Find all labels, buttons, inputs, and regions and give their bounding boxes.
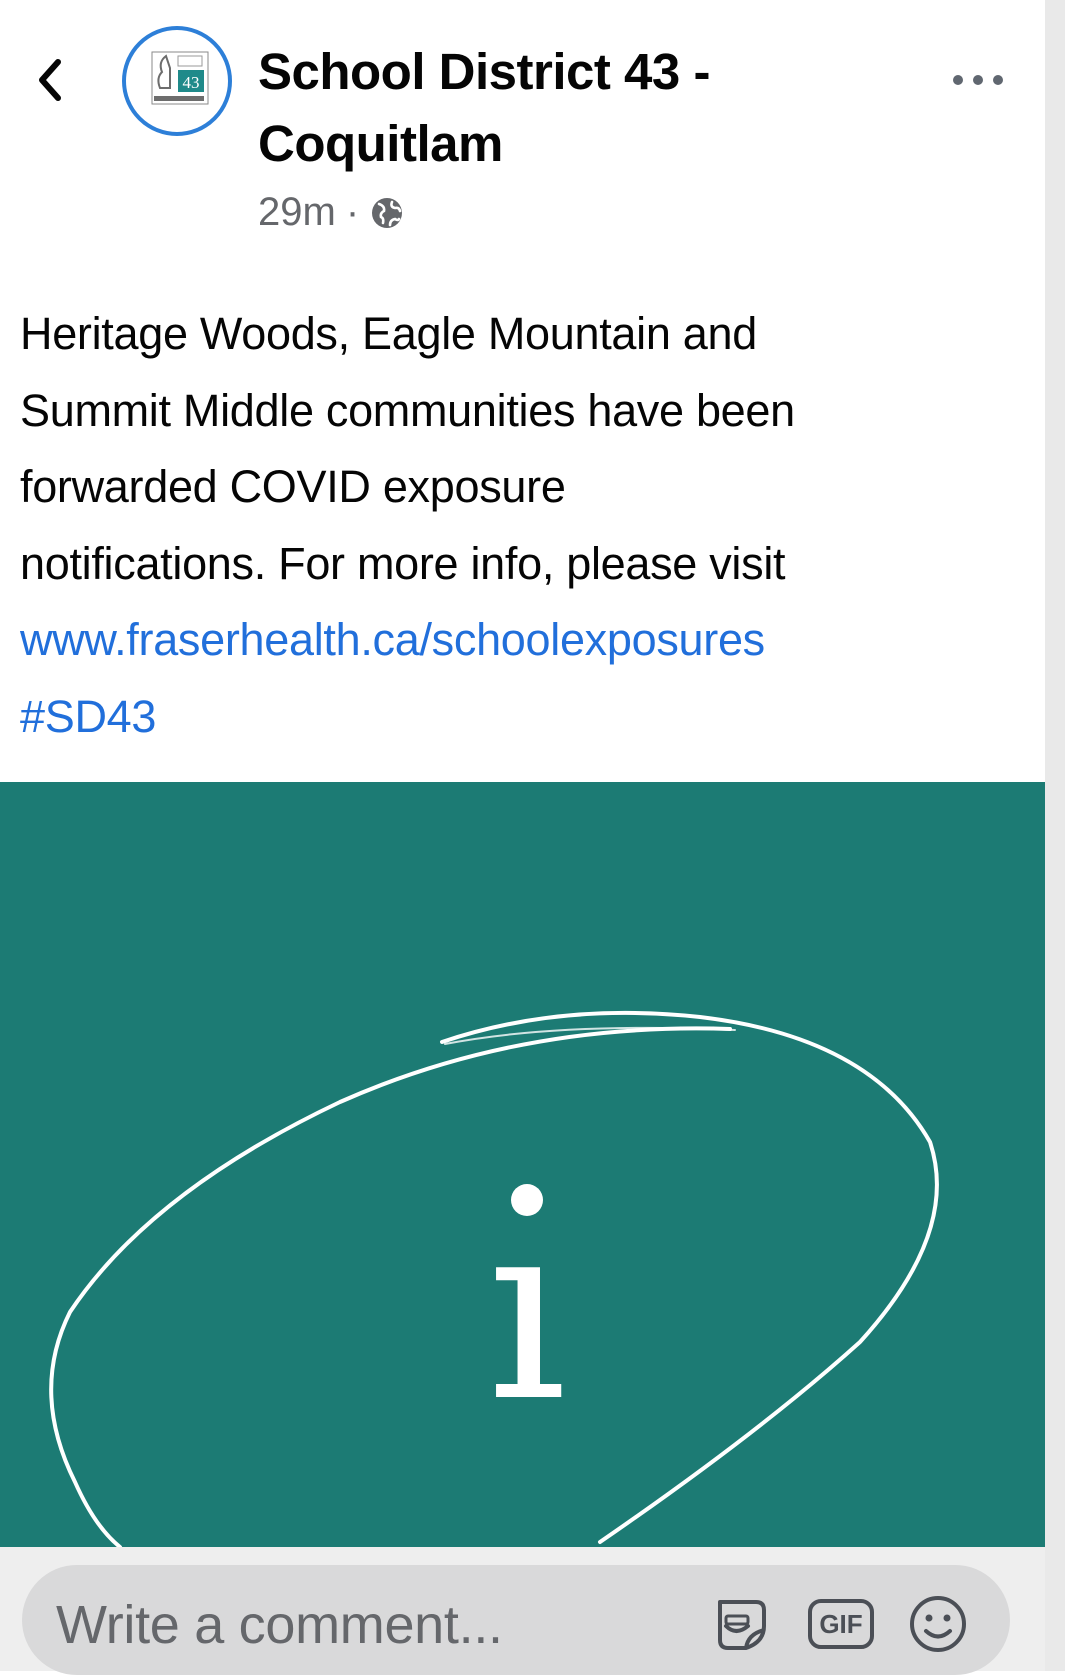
- scroll-edge: [1045, 0, 1065, 1671]
- page-avatar[interactable]: 43: [122, 26, 232, 136]
- sd43-logo-icon: 43: [151, 51, 209, 105]
- hashtag-link[interactable]: #SD43: [20, 679, 1030, 756]
- logo-number: 43: [183, 73, 200, 92]
- back-chevron-icon[interactable]: [30, 52, 70, 108]
- post-message: Heritage Woods, Eagle Mountain and Summi…: [20, 296, 1030, 755]
- more-options-icon[interactable]: [948, 68, 1008, 92]
- post-text-line: forwarded COVID exposure: [20, 461, 566, 512]
- emoji-icon[interactable]: [906, 1592, 970, 1656]
- globe-icon: [372, 197, 403, 228]
- post-text-line: notifications. For more info, please vis…: [20, 537, 786, 589]
- page-title-line-1: School District 43 -: [258, 43, 710, 100]
- post-card: 43 School District 43 - Coquitlam 29m · …: [0, 0, 1045, 1671]
- comment-placeholder: Write a comment...: [56, 1595, 503, 1655]
- post-image[interactable]: i: [0, 782, 1045, 1547]
- info-circle-graphic: i: [49, 1010, 939, 1547]
- page-title[interactable]: School District 43 - Coquitlam: [258, 36, 710, 180]
- fraserhealth-link[interactable]: www.fraserhealth.ca/schoolexposures: [20, 602, 1030, 679]
- page-title-line-2: Coquitlam: [258, 115, 503, 172]
- post-meta: 29m ·: [258, 190, 405, 235]
- gif-button[interactable]: GIF: [808, 1599, 874, 1649]
- sticker-icon[interactable]: [708, 1592, 772, 1656]
- post-text-line: Summit Middle communities have been: [20, 384, 795, 436]
- gif-label: GIF: [819, 1608, 863, 1639]
- info-dot-icon: [511, 1184, 543, 1216]
- meta-separator: ·: [345, 190, 360, 234]
- post-timestamp[interactable]: 29m: [258, 190, 336, 235]
- post-text-line: Heritage Woods, Eagle Mountain and: [20, 308, 757, 359]
